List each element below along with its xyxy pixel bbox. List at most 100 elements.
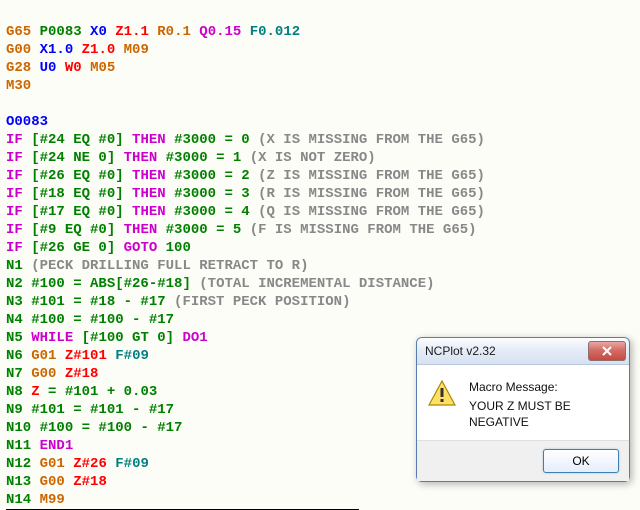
tok-goto: GOTO (124, 240, 158, 256)
tok-n: N8 (6, 384, 23, 400)
tok-assign: #100 = ABS[#26-#18] (31, 276, 191, 292)
tok-assign: #3000 = 5 (166, 222, 242, 238)
tok-cond: [#9 EQ #0] (31, 222, 115, 238)
tok-g00: G00 (40, 474, 65, 490)
tok-x: X1.0 (40, 42, 74, 58)
dialog-message-text: YOUR Z MUST BE NEGATIVE (469, 398, 619, 430)
tok-u: U0 (40, 60, 57, 76)
tok-then: THEN (132, 204, 166, 220)
tok-q: Q0.15 (199, 24, 241, 40)
tok-comment: (TOTAL INCREMENTAL DISTANCE) (199, 276, 434, 292)
tok-if: IF (6, 186, 23, 202)
tok-comment: (X IS NOT ZERO) (250, 150, 376, 166)
tok-assign: #3000 = 2 (174, 168, 250, 184)
tok-cond: [#18 EQ #0] (31, 186, 123, 202)
tok-assign: #101 = #18 - #17 (31, 294, 165, 310)
tok-cond: [#24 NE 0] (31, 150, 115, 166)
tok-n: N12 (6, 456, 31, 472)
tok-m05: M05 (90, 60, 115, 76)
tok-r: R0.1 (157, 24, 191, 40)
tok-n: N10 (6, 420, 31, 436)
tok-cond: [#26 EQ #0] (31, 168, 123, 184)
tok-end: END1 (40, 438, 74, 454)
tok-n: N7 (6, 366, 23, 382)
tok-n: N1 (6, 258, 23, 274)
tok-n: N4 (6, 312, 23, 328)
tok-g28: G28 (6, 60, 31, 76)
tok-n: N3 (6, 294, 23, 310)
tok-prog: O0083 (6, 114, 48, 130)
tok-then: THEN (132, 168, 166, 184)
tok-comment: (X IS MISSING FROM THE G65) (258, 132, 485, 148)
tok-cond: [#24 EQ #0] (31, 132, 123, 148)
dialog-body: Macro Message: YOUR Z MUST BE NEGATIVE (417, 365, 629, 440)
tok-n: N9 (6, 402, 23, 418)
tok-cond: [#100 GT 0] (82, 330, 174, 346)
tok-expr: = #101 + 0.03 (48, 384, 157, 400)
tok-z: Z#18 (65, 366, 99, 382)
tok-z: Z#101 (65, 348, 107, 364)
tok-n: N5 (6, 330, 23, 346)
tok-g65: G65 (6, 24, 31, 40)
tok-w: W0 (65, 60, 82, 76)
tok-if: IF (6, 204, 23, 220)
tok-assign: #100 = #100 - #17 (31, 312, 174, 328)
dialog-title: NCPlot v2.32 (425, 344, 588, 358)
tok-cond: [#17 EQ #0] (31, 204, 123, 220)
tok-n: N6 (6, 348, 23, 364)
tok-g01: G01 (40, 456, 65, 472)
ok-button[interactable]: OK (543, 449, 619, 473)
tok-then: THEN (132, 186, 166, 202)
warning-icon (427, 379, 459, 430)
tok-assign: #3000 = 0 (174, 132, 250, 148)
tok-n: N11 (6, 438, 31, 454)
tok-target: 100 (166, 240, 191, 256)
tok-n: N14 (6, 492, 31, 508)
tok-m09: M09 (124, 42, 149, 58)
tok-then: THEN (132, 132, 166, 148)
tok-assign: #100 = #100 - #17 (40, 420, 183, 436)
tok-while: WHILE (31, 330, 73, 346)
tok-assign: #101 = #101 - #17 (31, 402, 174, 418)
dialog-buttons: OK (417, 440, 629, 481)
tok-comment: (R IS MISSING FROM THE G65) (258, 186, 485, 202)
tok-f: F#09 (115, 456, 149, 472)
tok-x: X0 (90, 24, 107, 40)
dialog-message: Macro Message: YOUR Z MUST BE NEGATIVE (469, 379, 619, 430)
tok-f: F#09 (115, 348, 149, 364)
tok-assign: #3000 = 4 (174, 204, 250, 220)
tok-m30: M30 (6, 78, 31, 94)
tok-if: IF (6, 240, 23, 256)
tok-comment: (Q IS MISSING FROM THE G65) (258, 204, 485, 220)
tok-if: IF (6, 150, 23, 166)
tok-g00: G00 (31, 366, 56, 382)
dialog-message-label: Macro Message: (469, 379, 619, 395)
tok-comment: (PECK DRILLING FULL RETRACT TO R) (31, 258, 308, 274)
tok-comment: (F IS MISSING FROM THE G65) (250, 222, 477, 238)
dialog-titlebar[interactable]: NCPlot v2.32 (417, 338, 629, 365)
tok-if: IF (6, 222, 23, 238)
tok-do: DO1 (182, 330, 207, 346)
close-icon (601, 346, 613, 356)
tok-z: Z#26 (73, 456, 107, 472)
tok-assign: #3000 = 1 (166, 150, 242, 166)
close-button[interactable] (588, 341, 626, 361)
tok-if: IF (6, 132, 23, 148)
tok-n: N2 (6, 276, 23, 292)
tok-assign: #3000 = 3 (174, 186, 250, 202)
tok-then: THEN (124, 150, 158, 166)
macro-message-dialog: NCPlot v2.32 Macro Message: YOUR Z MUST … (416, 337, 630, 482)
tok-z: Z#18 (73, 474, 107, 490)
tok-p: P0083 (40, 24, 82, 40)
tok-z: Z (31, 384, 39, 400)
tok-comment: (FIRST PECK POSITION) (174, 294, 350, 310)
tok-comment: (Z IS MISSING FROM THE G65) (258, 168, 485, 184)
tok-n: N13 (6, 474, 31, 490)
tok-cond: [#26 GE 0] (31, 240, 115, 256)
tok-then: THEN (124, 222, 158, 238)
tok-z: Z1.0 (82, 42, 116, 58)
tok-f: F0.012 (250, 24, 300, 40)
tok-if: IF (6, 168, 23, 184)
tok-m99: M99 (40, 492, 65, 508)
tok-g01: G01 (31, 348, 56, 364)
